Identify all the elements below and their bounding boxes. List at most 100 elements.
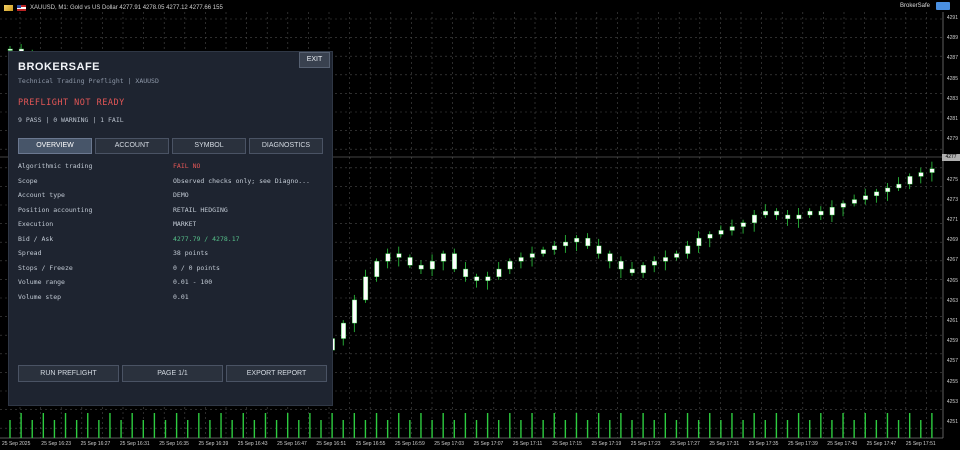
candle-body [529, 253, 535, 258]
time-tick-label: 25 Sep 17:03 [434, 441, 465, 447]
price-tick-label: 4263 [946, 297, 958, 304]
row-account-type: Account type DEMO [18, 188, 328, 203]
time-tick-label: 25 Sep 17:47 [866, 441, 897, 447]
time-tick-label: 25 Sep 16:31 [119, 441, 150, 447]
time-tick-label: 25 Sep 2025 [2, 441, 31, 447]
candle-body [585, 237, 591, 247]
candle-body [474, 276, 480, 281]
row-volume-range: Volume range 0.01 - 100 [18, 275, 328, 290]
row-value: 4277.79 / 4278.17 [173, 234, 240, 243]
time-tick-label: 25 Sep 16:23 [41, 441, 72, 447]
panel-footer: RUN PREFLIGHT PAGE 1/1 EXPORT REPORT [18, 365, 327, 382]
candle-body [363, 276, 369, 301]
candle-body [640, 264, 646, 274]
time-tick-label: 25 Sep 17:39 [788, 441, 818, 447]
time-tick-label: 25 Sep 16:55 [355, 441, 386, 447]
candle-body [929, 168, 935, 173]
time-tick-label: 25 Sep 17:23 [630, 441, 661, 447]
row-label: Spread [18, 249, 42, 258]
row-scope: Scope Observed checks only; see Diagno..… [18, 174, 328, 189]
time-tick-label: 25 Sep 16:43 [237, 441, 268, 447]
exit-button[interactable]: EXIT [299, 52, 330, 68]
time-tick-label: 25 Sep 17:11 [512, 441, 543, 447]
row-label: Scope [18, 176, 38, 185]
row-volume-step: Volume step 0.01 [18, 290, 328, 305]
price-tick-label: 4269 [946, 237, 958, 244]
row-value: Observed checks only; see Diagno... [173, 176, 310, 185]
time-tick-label: 25 Sep 17:19 [591, 441, 622, 447]
price-tick-label: 4271 [946, 217, 958, 223]
time-tick-label: 25 Sep 17:43 [827, 441, 858, 447]
page-indicator-button[interactable]: PAGE 1/1 [122, 365, 223, 382]
time-tick-label: 25 Sep 17:07 [473, 441, 504, 447]
candle-body [874, 191, 880, 196]
time-tick-label: 25 Sep 16:47 [277, 441, 307, 447]
price-tick-label: 4291 [946, 15, 958, 21]
overview-table: Algorithmic trading FAIL NO Scope Observ… [18, 159, 328, 304]
export-report-button[interactable]: EXPORT REPORT [226, 365, 327, 382]
candle-body [552, 245, 557, 250]
row-value: MARKET [173, 220, 197, 229]
candle-body [429, 261, 435, 270]
expert-advisor-icon[interactable] [936, 2, 950, 10]
candle-body [796, 214, 802, 220]
candle-body [774, 210, 780, 216]
candle-body [607, 253, 613, 262]
current-price-marker: 4277 [942, 154, 960, 161]
check-summary: 9 PASS | 0 WARNING | 1 FAIL [18, 116, 124, 124]
candle-body [596, 245, 602, 254]
tab-account[interactable]: ACCOUNT [95, 138, 169, 154]
candle-body [407, 257, 413, 266]
candle-body [452, 253, 457, 270]
candle-body [818, 210, 824, 216]
candle-body [863, 195, 868, 200]
row-label: Execution [18, 220, 54, 229]
panel-subtitle: Technical Trading Preflight | XAUUSD [18, 77, 159, 85]
time-tick-label: 25 Sep 16:27 [80, 441, 111, 447]
price-tick-label: 4285 [946, 75, 958, 82]
price-tick-label: 4287 [946, 55, 958, 62]
price-tick-label: 4259 [946, 338, 958, 345]
candle-body [574, 237, 580, 243]
candle-body [918, 172, 924, 177]
tab-symbol[interactable]: SYMBOL [172, 138, 246, 154]
price-tick-label: 4289 [946, 35, 958, 42]
price-tick-label: 4261 [946, 318, 958, 324]
price-tick-label: 4267 [946, 257, 958, 264]
candle-body [685, 245, 691, 254]
tab-overview[interactable]: OVERVIEW [18, 138, 92, 154]
candle-body [696, 237, 702, 247]
price-tick-label: 4283 [946, 95, 958, 102]
run-preflight-button[interactable]: RUN PREFLIGHT [18, 365, 119, 382]
candle-body [496, 268, 502, 277]
candle-body [518, 257, 524, 262]
candle-body [352, 299, 358, 324]
candle-body [707, 234, 713, 239]
price-tick-label: 4275 [946, 176, 958, 183]
time-tick-label: 25 Sep 17:31 [709, 441, 740, 447]
price-tick-label: 4251 [946, 419, 958, 425]
tab-diagnostics[interactable]: DIAGNOSTICS [249, 138, 323, 154]
row-bid-ask: Bid / Ask 4277.79 / 4278.17 [18, 232, 328, 247]
expert-advisor-name: BrokerSafe [899, 3, 930, 9]
candle-body [763, 210, 768, 216]
price-tick-label: 4281 [946, 116, 958, 122]
candle-body [829, 207, 835, 216]
row-value: DEMO [173, 191, 189, 200]
candle-body [740, 222, 746, 227]
row-spread: Spread 38 points [18, 246, 328, 261]
candle-body [674, 253, 680, 258]
time-tick-label: 25 Sep 16:39 [198, 441, 229, 447]
candle-body [785, 214, 791, 220]
candle-body [896, 183, 902, 189]
candle-body [907, 176, 913, 185]
candle-body [729, 226, 735, 231]
price-tick-label: 4265 [946, 277, 958, 284]
row-value: 0.01 [173, 292, 189, 301]
row-label: Stops / Freeze [18, 263, 73, 272]
row-position-accounting: Position accounting RETAIL HEDGING [18, 203, 328, 218]
row-value: FAIL NO [173, 162, 201, 171]
candle-body [840, 203, 846, 208]
price-tick-label: 4257 [946, 358, 958, 365]
row-value: 0 / 0 points [173, 263, 220, 272]
